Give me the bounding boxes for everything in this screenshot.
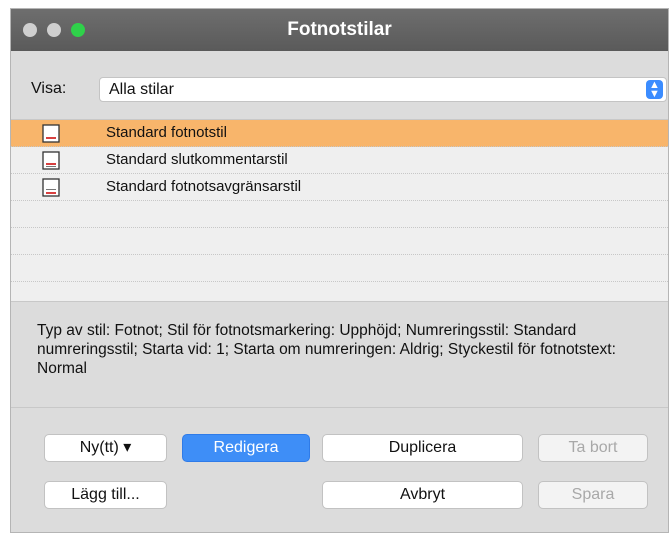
delete-button[interactable]: Ta bort: [538, 434, 648, 462]
list-item-label: Standard fotnotstil: [106, 124, 227, 141]
filter-select-value: Alla stilar: [109, 81, 174, 98]
document-icon: [42, 124, 60, 143]
list-item[interactable]: Standard slutkommentarstil: [11, 147, 668, 174]
list-item[interactable]: Standard fotnotsavgränsarstil: [11, 174, 668, 201]
list-item: [11, 201, 668, 228]
edit-button[interactable]: Redigera: [182, 434, 310, 462]
list-item: [11, 282, 668, 309]
new-button[interactable]: Ny(tt) ▾: [44, 434, 167, 462]
chevron-updown-icon: ▲ ▼: [646, 80, 663, 100]
list-item-label: Standard fotnotsavgränsarstil: [106, 178, 302, 195]
footnote-styles-dialog: Fotnotstilar Visa: Alla stilar ▲ ▼ Standa…: [10, 8, 669, 533]
window-title: Fotnotstilar: [287, 19, 392, 40]
filter-label: Visa:: [31, 80, 67, 97]
save-button[interactable]: Spara: [538, 481, 648, 509]
add-button[interactable]: Lägg till...: [44, 481, 167, 509]
duplicate-button[interactable]: Duplicera: [322, 434, 523, 462]
document-icon: [42, 151, 60, 170]
style-description: Typ av stil: Fotnot; Stil för fotnotsmar…: [37, 322, 616, 377]
list-item: [11, 228, 668, 255]
cancel-button[interactable]: Avbryt: [322, 481, 523, 509]
document-icon: [42, 178, 60, 197]
divider: [11, 407, 668, 408]
list-item-label: Standard slutkommentarstil: [106, 151, 288, 168]
list-item[interactable]: Standard fotnotstil: [11, 120, 668, 147]
list-item: [11, 255, 668, 282]
title-bar: Fotnotstilar: [11, 9, 668, 51]
style-list[interactable]: Standard fotnotstil Standard slutkomment…: [11, 119, 668, 302]
filter-select[interactable]: Alla stilar ▲ ▼: [99, 77, 667, 102]
